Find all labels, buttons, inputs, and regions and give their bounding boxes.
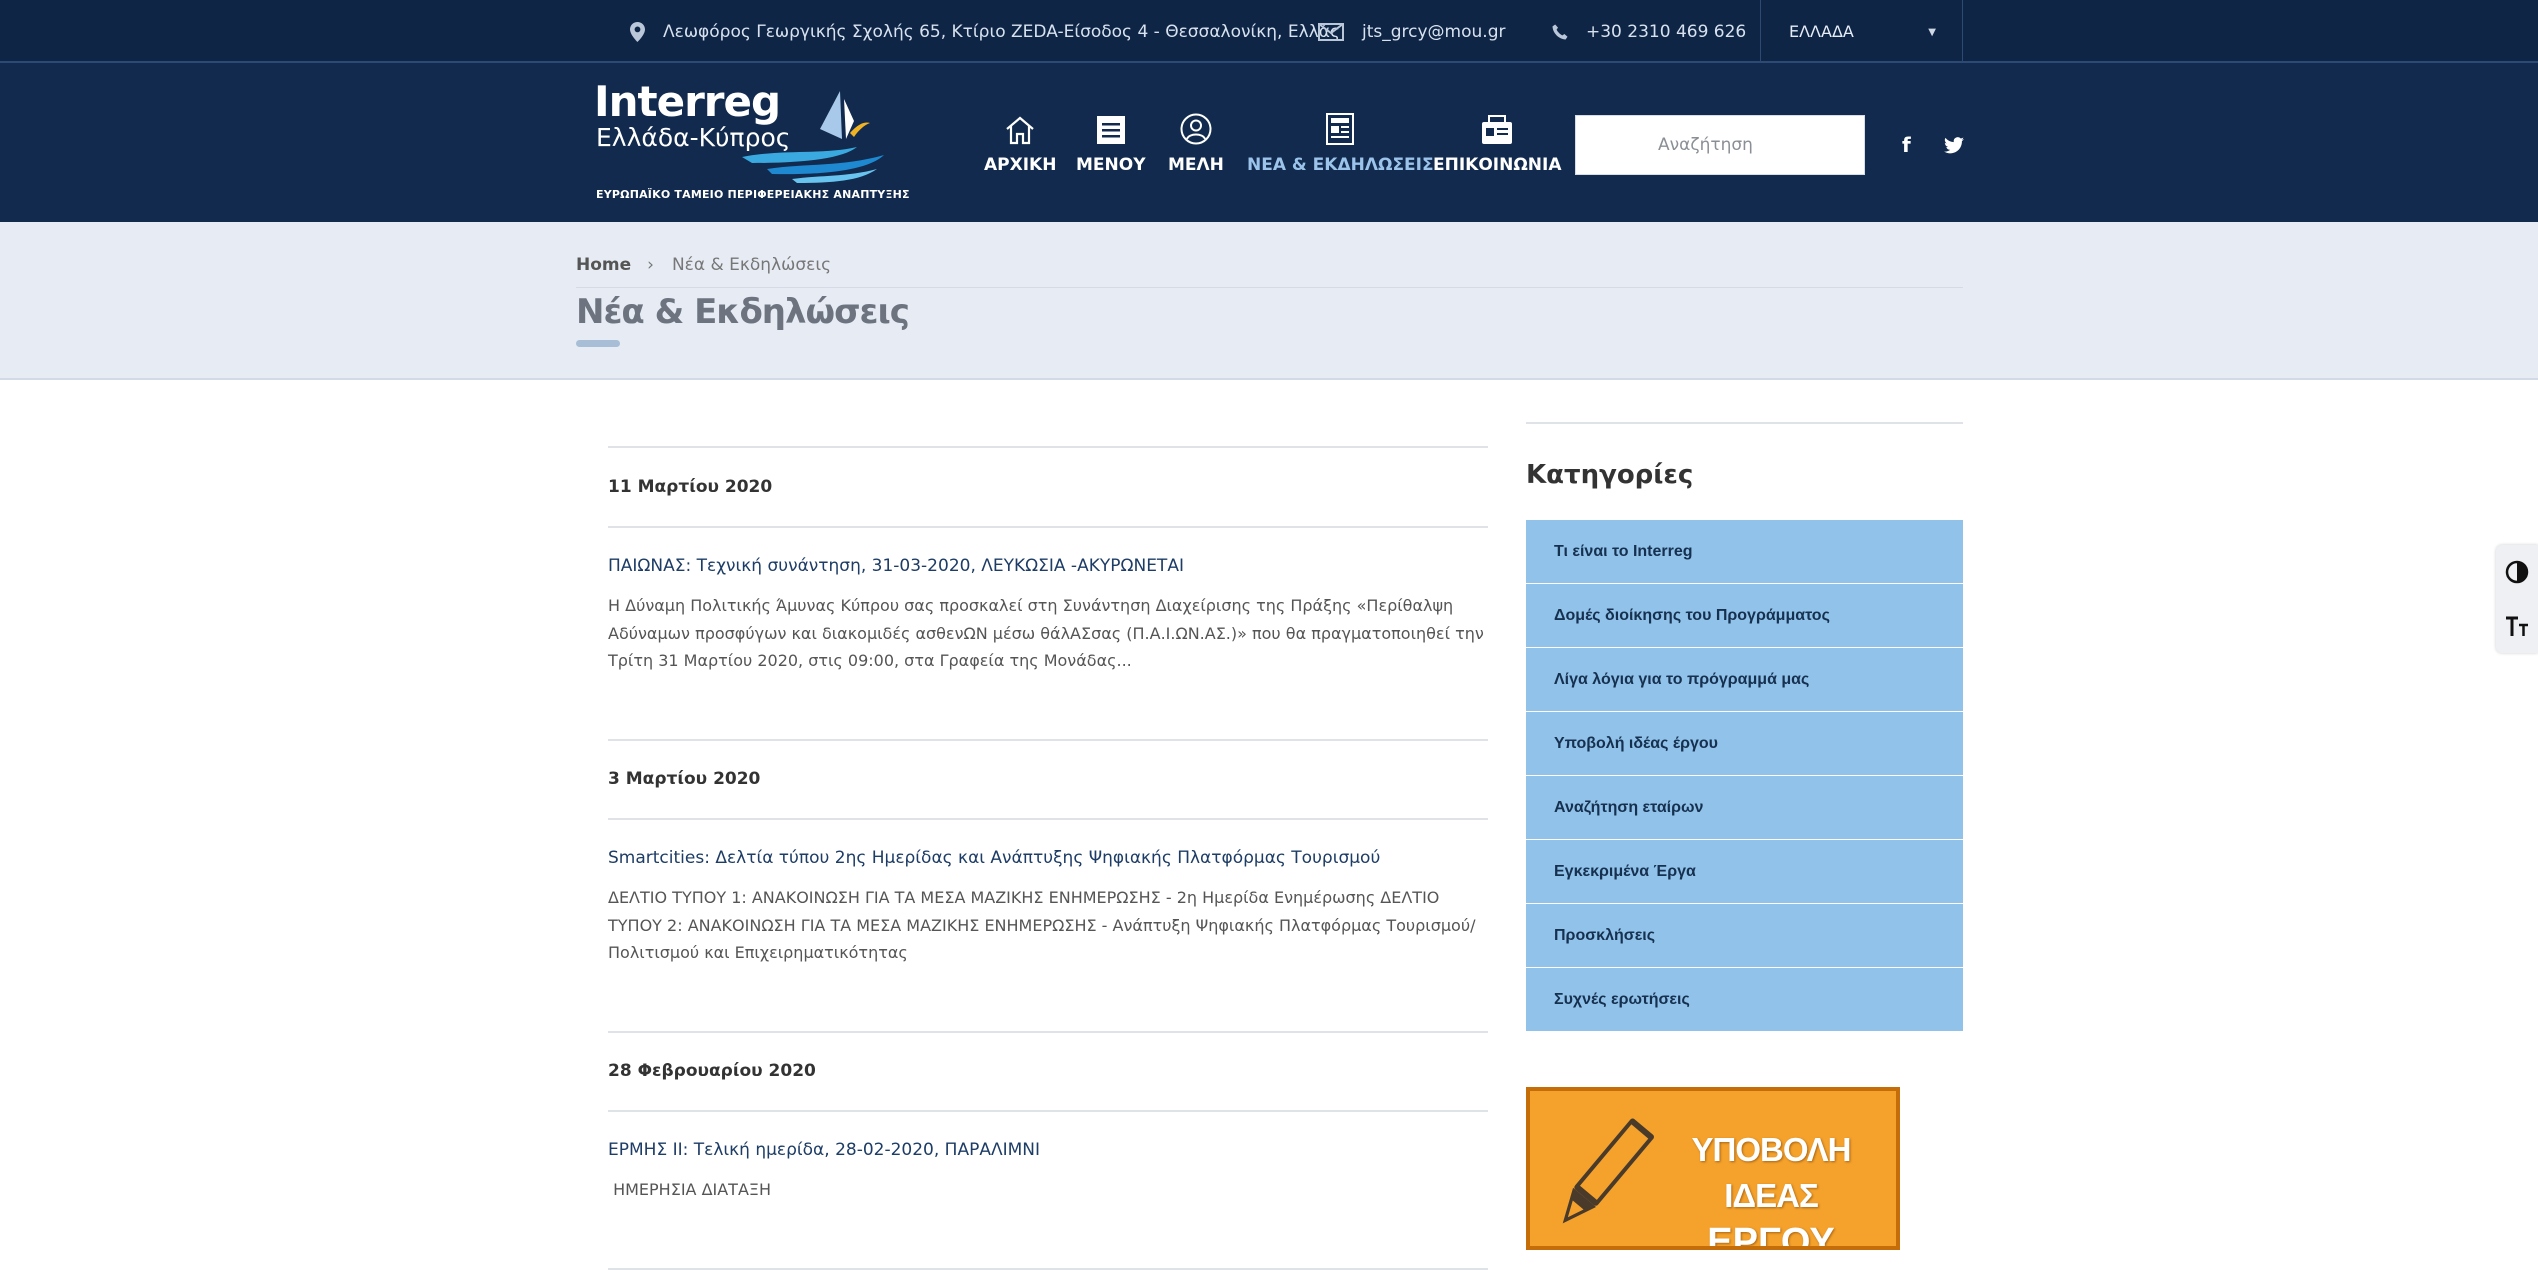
submit-idea-banner[interactable]: ΥΠΟΒΟΛΗ ΙΔΕΑΣ ΕΡΓΟΥ (1526, 1087, 1900, 1250)
nav-label: ΝΕΑ & ΕΚΔΗΛΩΣΕΙΣ (1247, 155, 1434, 175)
post-date: 3 Μαρτίου 2020 (608, 769, 761, 789)
post-excerpt: ΗΜΕΡΗΣΙΑ ΔΙΑΤΑΞΗ (608, 1180, 772, 1199)
page-title-band: Home › Νέα & Εκδηλώσεις Νέα & Εκδηλώσεις (0, 222, 2538, 380)
divider (608, 1031, 1488, 1033)
language-value: ΕΛΛΑΔΑ (1789, 22, 1854, 41)
category-link[interactable]: Δομές διοίκησης του Προγράμματος (1526, 584, 1963, 648)
category-list: Τι είναι το Interreg Δομές διοίκησης του… (1526, 520, 1963, 1032)
accessibility-widget (2496, 545, 2538, 653)
caret-down-icon: ▼ (1928, 27, 1936, 38)
text-size-icon (2506, 616, 2528, 636)
location-pin-icon (630, 21, 645, 42)
banner-text: ΥΠΟΒΟΛΗ ΙΔΕΑΣ ΕΡΓΟΥ (1646, 1127, 1896, 1250)
breadcrumb-home-link[interactable]: Home (576, 255, 631, 275)
nav-item-news-events[interactable]: ΝΕΑ & ΕΚΔΗΛΩΣΕΙΣ (1247, 107, 1434, 175)
divider (608, 526, 1488, 528)
language-select[interactable]: ΕΛΛΑΔΑ ▼ (1760, 0, 1962, 63)
user-icon (1180, 113, 1212, 145)
search-input[interactable] (1658, 135, 1848, 155)
banner-line1: ΥΠΟΒΟΛΗ ΙΔΕΑΣ (1691, 1131, 1852, 1214)
category-link[interactable]: Τι είναι το Interreg (1526, 520, 1963, 584)
twitter-icon[interactable] (1944, 135, 1964, 159)
newspaper-icon (1326, 113, 1355, 145)
logo-tagline: ΕΥΡΩΠΑΪΚΟ ΤΑΜΕΙΟ ΠΕΡΙΦΕΡΕΙΑΚΗΣ ΑΝΑΠΤΥΞΗΣ (596, 188, 910, 201)
category-link[interactable]: Συχνές ερωτήσεις (1526, 968, 1963, 1032)
email-text: jts_grcy@mou.gr (1362, 21, 1506, 42)
post-excerpt: Η Δύναμη Πολιτικής Άμυνας Κύπρου σας προ… (608, 596, 1484, 670)
nav-item-members[interactable]: ΜΕΛΗ (1168, 107, 1224, 175)
banner-line2: ΕΡΓΟΥ (1707, 1221, 1835, 1250)
post-title-link[interactable]: ΕΡΜΗΣ ΙΙ: Τελική ημερίδα, 28-02-2020, ΠΑ… (608, 1140, 1040, 1160)
logo-title: Interreg (594, 77, 781, 126)
title-underline (576, 340, 620, 347)
post-date: 11 Μαρτίου 2020 (608, 477, 773, 497)
nav-label: ΑΡΧΙΚΗ (984, 155, 1057, 175)
category-link[interactable]: Αναζήτηση εταίρων (1526, 776, 1963, 840)
logo-subtitle: Ελλάδα-Κύπρος (596, 123, 791, 152)
contrast-icon (2505, 560, 2529, 584)
address-text: Λεωφόρος Γεωργικής Σχολής 65, Κτίριο ZED… (663, 21, 1340, 42)
contrast-toggle[interactable] (2496, 545, 2538, 599)
site-header: Interreg Ελλάδα-Κύπρος ΕΥΡΩΠΑΪΚΟ ΤΑΜΕΙΟ … (0, 63, 2538, 222)
breadcrumb: Home › Νέα & Εκδηλώσεις (576, 242, 1963, 288)
topbar-divider (1962, 0, 1963, 63)
chevron-right-icon: › (647, 254, 654, 275)
nav-label: ΕΠΙΚΟΙΝΩΝΙΑ (1433, 155, 1562, 175)
phone-link[interactable]: +30 2310 469 626 (1552, 0, 1746, 63)
categories-heading: Κατηγορίες (1526, 460, 1694, 490)
category-link[interactable]: Εγκεκριμένα Έργα (1526, 840, 1963, 904)
top-bar: Λεωφόρος Γεωργικής Σχολής 65, Κτίριο ZED… (0, 0, 2538, 63)
divider (608, 818, 1488, 820)
nav-item-home[interactable]: ΑΡΧΙΚΗ (984, 107, 1056, 175)
phone-icon (1552, 24, 1568, 39)
text-size-toggle[interactable] (2496, 599, 2538, 653)
email-link[interactable]: jts_grcy@mou.gr (1318, 0, 1505, 63)
post-excerpt: ΔΕΛΤΙΟ ΤΥΠΟΥ 1: ΑΝΑΚΟΙΝΩΣΗ ΓΙΑ ΤΑ ΜΕΣΑ Μ… (608, 888, 1476, 962)
category-link[interactable]: Λίγα λόγια για το πρόγραμμά μας (1526, 648, 1963, 712)
breadcrumb-current: Νέα & Εκδηλώσεις (671, 254, 832, 275)
category-link[interactable]: Προσκλήσεις (1526, 904, 1963, 968)
pencil-icon (1562, 1118, 1654, 1224)
divider (608, 1110, 1488, 1112)
nav-item-menu[interactable]: ΜΕΝΟΥ (1076, 107, 1146, 175)
nav-item-contact[interactable]: ΕΠΙΚΟΙΝΩΝΙΑ (1433, 107, 1562, 175)
nav-label: ΜΕΝΟΥ (1076, 155, 1146, 175)
home-icon (1006, 116, 1034, 145)
search-box[interactable] (1575, 115, 1865, 175)
post-title-link[interactable]: ΠΑΙΩΝΑΣ: Τεχνική συνάντηση, 31-03-2020, … (608, 556, 1184, 576)
phone-text: +30 2310 469 626 (1586, 21, 1747, 42)
site-logo[interactable]: Interreg Ελλάδα-Κύπρος ΕΥΡΩΠΑΪΚΟ ΤΑΜΕΙΟ … (592, 77, 910, 207)
divider (608, 739, 1488, 741)
menu-icon (1096, 116, 1125, 144)
contact-icon (1482, 115, 1513, 144)
address-info: Λεωφόρος Γεωργικής Σχολής 65, Κτίριο ZED… (630, 0, 1340, 63)
divider (608, 446, 1488, 448)
post-title-link[interactable]: Smartcities: Δελτία τύπου 2ης Ημερίδας κ… (608, 848, 1380, 868)
page-title: Νέα & Εκδηλώσεις (576, 292, 910, 332)
sidebar-divider (1526, 422, 1963, 424)
envelope-icon (1318, 22, 1344, 41)
category-link[interactable]: Υποβολή ιδέας έργου (1526, 712, 1963, 776)
post-date: 28 Φεβρουαρίου 2020 (608, 1061, 816, 1081)
facebook-icon[interactable]: f (1902, 133, 1911, 157)
nav-label: ΜΕΛΗ (1168, 155, 1224, 175)
